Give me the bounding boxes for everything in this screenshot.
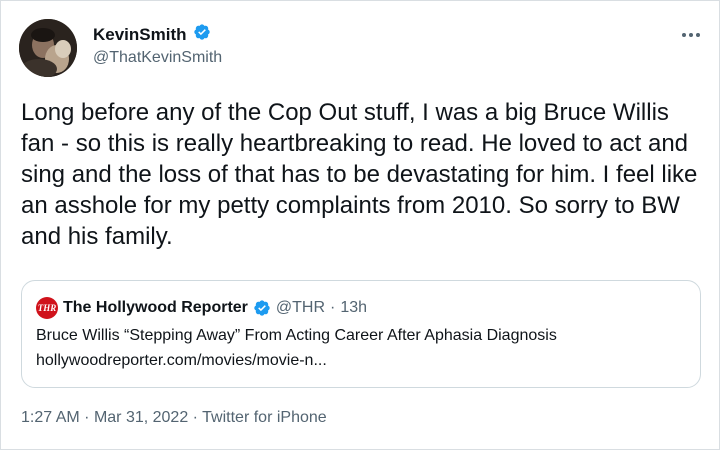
- quoted-handle: @THR: [275, 299, 326, 316]
- quoted-time: 13h: [340, 299, 368, 316]
- author-display-name[interactable]: KevinSmith: [93, 25, 187, 45]
- tweet-date[interactable]: Mar 31, 2022: [94, 409, 188, 426]
- meta-separator: ·: [84, 409, 90, 426]
- quoted-display-name: The Hollywood Reporter: [63, 299, 248, 316]
- avatar-photo: [19, 19, 77, 77]
- quoted-tweet-card[interactable]: THR The Hollywood Reporter @THR · 13h Br…: [21, 280, 701, 388]
- avatar[interactable]: [19, 19, 77, 77]
- meta-separator: ·: [192, 409, 198, 426]
- tweet-text: Long before any of the Cop Out stuff, I …: [21, 99, 698, 250]
- thr-logo: THR: [36, 297, 58, 319]
- quoted-article-url[interactable]: hollywoodreporter.com/movies/movie-n...: [36, 352, 327, 370]
- quoted-separator: ·: [330, 299, 336, 316]
- tweet-metadata: 1:27 AM · Mar 31, 2022 · Twitter for iPh…: [21, 409, 327, 427]
- author-handle[interactable]: @ThatKevinSmith: [93, 49, 222, 67]
- quoted-article-title: Bruce Willis “Stepping Away” From Acting…: [36, 327, 557, 344]
- tweet-card: KevinSmith @ThatKevinSmith Long before a…: [0, 0, 720, 450]
- verified-badge-icon: [253, 299, 271, 317]
- quoted-tweet-header: THR The Hollywood Reporter @THR · 13h: [36, 297, 367, 319]
- tweet-time[interactable]: 1:27 AM: [21, 409, 80, 426]
- more-options-icon[interactable]: [681, 21, 701, 44]
- tweet-source[interactable]: Twitter for iPhone: [202, 409, 327, 426]
- verified-badge-icon: [193, 23, 211, 46]
- author-name-row: KevinSmith: [93, 23, 211, 46]
